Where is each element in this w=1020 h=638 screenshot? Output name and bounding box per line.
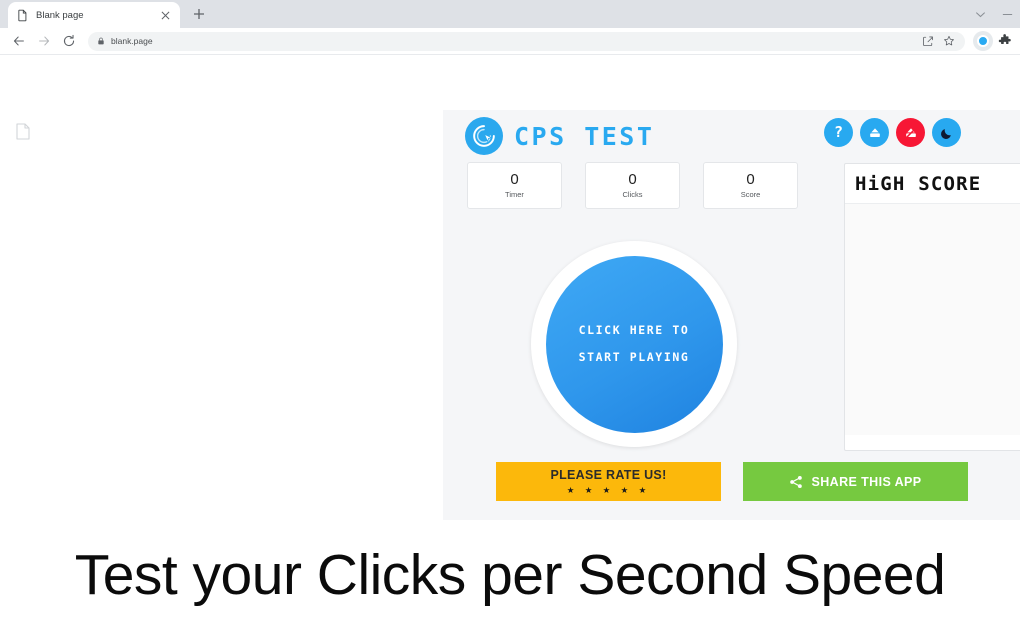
help-button[interactable]: ? bbox=[824, 118, 853, 147]
address-bar-url: blank.page bbox=[111, 36, 153, 46]
start-playing-button[interactable]: CLICK HERE TO START PLAYING bbox=[545, 255, 723, 433]
share-icon[interactable] bbox=[922, 35, 934, 47]
high-score-panel: HiGH SCORE bbox=[844, 163, 1020, 451]
app-header: CPS TEST bbox=[465, 117, 654, 155]
page-icon bbox=[16, 9, 29, 22]
avatar bbox=[977, 35, 989, 47]
question-mark-icon: ? bbox=[833, 123, 844, 141]
footer-buttons: PLEASE RATE US! ★ ★ ★ ★ ★ SHARE THIS APP bbox=[496, 462, 968, 501]
tab-title: Blank page bbox=[36, 9, 84, 21]
share-app-label: SHARE THIS APP bbox=[811, 474, 922, 489]
stat-label: Timer bbox=[505, 190, 524, 200]
tab-strip: Blank page bbox=[0, 0, 1020, 28]
page-viewport: CPS TEST ? 0 Timer 0 Clicks 0 Score CLIC… bbox=[0, 55, 1020, 638]
click-button-line-1: CLICK HERE TO bbox=[578, 323, 690, 337]
stat-value: 0 bbox=[510, 170, 519, 188]
reload-button[interactable] bbox=[58, 30, 80, 52]
toolbar-right-actions bbox=[973, 31, 1012, 51]
stat-label: Score bbox=[740, 190, 761, 200]
document-icon bbox=[16, 123, 30, 145]
sound-on-button[interactable] bbox=[860, 118, 889, 147]
sound-off-button[interactable] bbox=[896, 118, 925, 147]
profile-avatar[interactable] bbox=[973, 31, 993, 51]
click-area-ring: CLICK HERE TO START PLAYING bbox=[531, 241, 737, 447]
stat-value: 0 bbox=[628, 170, 637, 188]
arrow-right-icon bbox=[39, 36, 50, 46]
forward-button[interactable] bbox=[33, 30, 55, 52]
browser-tab[interactable]: Blank page bbox=[8, 2, 180, 28]
share-app-button[interactable]: SHARE THIS APP bbox=[743, 462, 968, 501]
stat-timer: 0 Timer bbox=[467, 162, 562, 209]
plus-icon bbox=[194, 9, 204, 19]
app-icon-buttons: ? bbox=[824, 118, 961, 147]
stat-score: 0 Score bbox=[703, 162, 798, 209]
click-button-line-2: START PLAYING bbox=[578, 349, 690, 364]
rate-us-label: PLEASE RATE US! bbox=[550, 468, 667, 482]
star-rating-icons: ★ ★ ★ ★ ★ bbox=[566, 484, 651, 495]
back-button[interactable] bbox=[8, 30, 30, 52]
address-bar[interactable]: blank.page bbox=[88, 31, 965, 51]
high-score-title: HiGH SCORE bbox=[855, 173, 982, 195]
minimize-icon[interactable] bbox=[1001, 8, 1014, 21]
page-headline: Test your Clicks per Second Speed bbox=[74, 543, 946, 607]
share-nodes-icon bbox=[789, 475, 803, 489]
sound-on-icon bbox=[869, 127, 880, 137]
browser-toolbar: blank.page bbox=[0, 28, 1020, 55]
stat-clicks: 0 Clicks bbox=[585, 162, 680, 209]
bookmark-star-icon[interactable] bbox=[943, 35, 955, 47]
address-bar-actions bbox=[922, 35, 956, 47]
rate-us-button[interactable]: PLEASE RATE US! ★ ★ ★ ★ ★ bbox=[496, 462, 721, 501]
new-tab-button[interactable] bbox=[186, 1, 212, 27]
moon-icon bbox=[940, 128, 951, 139]
close-icon[interactable] bbox=[158, 8, 172, 22]
reload-icon bbox=[63, 34, 75, 47]
stat-label: Clicks bbox=[622, 190, 643, 200]
high-score-list bbox=[845, 203, 1020, 435]
browser-window: Blank page blank.page bbox=[0, 0, 1020, 55]
chevron-down-icon[interactable] bbox=[974, 8, 987, 21]
sound-off-icon bbox=[904, 126, 917, 139]
arrow-left-icon bbox=[13, 36, 24, 46]
lock-icon bbox=[97, 37, 105, 45]
window-controls bbox=[974, 0, 1014, 28]
stat-value: 0 bbox=[746, 170, 755, 188]
app-title: CPS TEST bbox=[514, 121, 655, 151]
extensions-puzzle-icon[interactable] bbox=[998, 34, 1012, 48]
stats-row: 0 Timer 0 Clicks 0 Score bbox=[467, 162, 820, 209]
dark-mode-button[interactable] bbox=[932, 118, 961, 147]
cps-cursor-logo-icon bbox=[465, 117, 503, 155]
